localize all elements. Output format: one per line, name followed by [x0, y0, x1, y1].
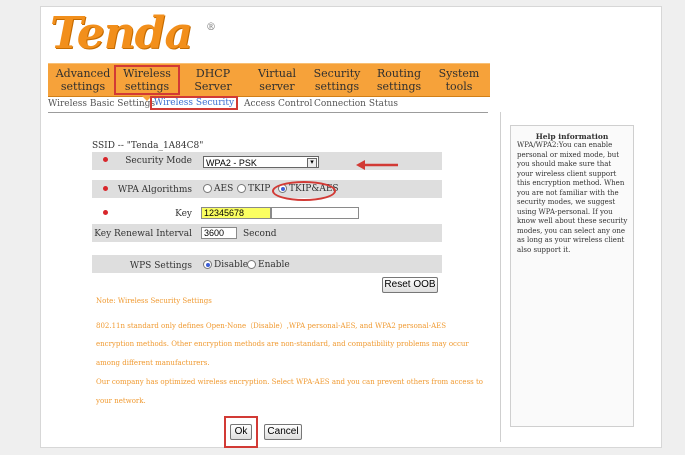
radio-icon	[237, 184, 246, 193]
main-nav: Advanced settings Wireless settings DHCP…	[48, 63, 490, 97]
key-input[interactable]: 12345678	[201, 207, 271, 219]
nav-label-line1: Routing	[376, 67, 422, 80]
nav-wireless-settings[interactable]: Wireless settings	[114, 65, 180, 95]
registered-mark: ®	[206, 22, 216, 33]
nav-dhcp-server[interactable]: DHCP Server	[180, 65, 246, 95]
key-input-extension	[271, 207, 359, 219]
nav-label-line2: server	[259, 80, 295, 93]
reset-oob-button[interactable]: Reset OOB	[382, 277, 438, 293]
help-body: WPA/WPA2:You can enable personal or mixe…	[517, 141, 628, 254]
subnav-access-control[interactable]: Access Control	[244, 99, 312, 109]
note-line: 802.11n standard only defines Open-None（…	[96, 322, 447, 330]
tenda-logo: Tenda	[50, 8, 193, 59]
subnav-wireless-basic-settings[interactable]: Wireless Basic Settings	[48, 99, 155, 109]
subnav-connection-status[interactable]: Connection Status	[314, 99, 398, 109]
nav-system-tools[interactable]: System tools	[426, 65, 492, 95]
key-renewal-input[interactable]: 3600	[201, 227, 237, 239]
algo-aes-label: AES	[214, 184, 234, 194]
chevron-down-icon: ▾	[307, 158, 317, 168]
security-mode-select[interactable]: WPA2 - PSK ▾	[203, 156, 319, 168]
nav-virtual-server[interactable]: Virtual server	[244, 65, 310, 95]
radio-icon	[247, 260, 256, 269]
divider	[500, 112, 501, 442]
key-label: Key	[175, 209, 192, 219]
security-mode-value: WPA2 - PSK	[206, 158, 257, 168]
sub-nav: Wireless Basic Settings Wireless Securit…	[48, 95, 490, 110]
help-title: Help information	[535, 132, 609, 141]
note-line: your network.	[96, 397, 146, 405]
nav-label-line2: settings	[314, 80, 360, 93]
nav-label-line2: settings	[376, 80, 422, 93]
key-renewal-label: Key Renewal Interval	[94, 229, 192, 239]
security-mode-label: Security Mode	[125, 156, 192, 166]
ssid-row: SSID -- "Tenda_1A84C8"	[92, 141, 292, 151]
wps-enable-option[interactable]: Enable	[247, 260, 290, 270]
ok-button[interactable]: Ok	[230, 424, 252, 440]
wps-disable-option[interactable]: Disable	[203, 260, 248, 270]
radio-selected-icon	[203, 260, 212, 269]
nav-label-line1: System	[438, 67, 480, 80]
nav-label-line1: Security	[313, 67, 361, 80]
nav-label-line2: Server	[194, 80, 232, 93]
subnav-wireless-security[interactable]: Wireless Security	[150, 96, 239, 110]
note-title: Note: Wireless Security Settings	[96, 297, 212, 305]
nav-label-line1: Virtual	[257, 67, 297, 80]
algo-tkip-label: TKIP	[248, 184, 271, 194]
note-line: encryption methods. Other encryption met…	[96, 340, 469, 348]
nav-label-line2: settings	[60, 80, 106, 93]
red-arrow-icon	[356, 160, 398, 170]
highlight-ellipse	[272, 181, 336, 201]
nav-advanced-settings[interactable]: Advanced settings	[50, 65, 116, 95]
wpa-algorithms-label: WPA Algorithms	[117, 185, 192, 195]
nav-security-settings[interactable]: Security settings	[304, 65, 370, 95]
note-line: Our company has optimized wireless encry…	[96, 378, 484, 386]
help-panel: Help information WPA/WPA2:You can enable…	[510, 125, 634, 427]
nav-label-line2: tools	[445, 80, 473, 93]
ssid-text: SSID -- "Tenda_1A84C8"	[92, 141, 204, 151]
algo-aes-option[interactable]: AES	[203, 184, 233, 194]
nav-label-line2: settings	[124, 80, 170, 93]
algo-tkip-option[interactable]: TKIP	[237, 184, 270, 194]
nav-routing-settings[interactable]: Routing settings	[366, 65, 432, 95]
wps-label: WPS Settings	[129, 261, 192, 271]
radio-icon	[203, 184, 212, 193]
note-line: among different manufacturers.	[96, 359, 210, 367]
wps-disable-label: Disable	[214, 260, 249, 270]
nav-label-line1: Advanced	[55, 67, 111, 80]
key-renewal-unit: Second	[243, 229, 277, 239]
nav-label-line1: Wireless	[123, 67, 171, 80]
wps-enable-label: Enable	[258, 260, 290, 270]
cancel-button[interactable]: Cancel	[264, 424, 302, 440]
nav-label-line1: DHCP	[195, 67, 231, 80]
